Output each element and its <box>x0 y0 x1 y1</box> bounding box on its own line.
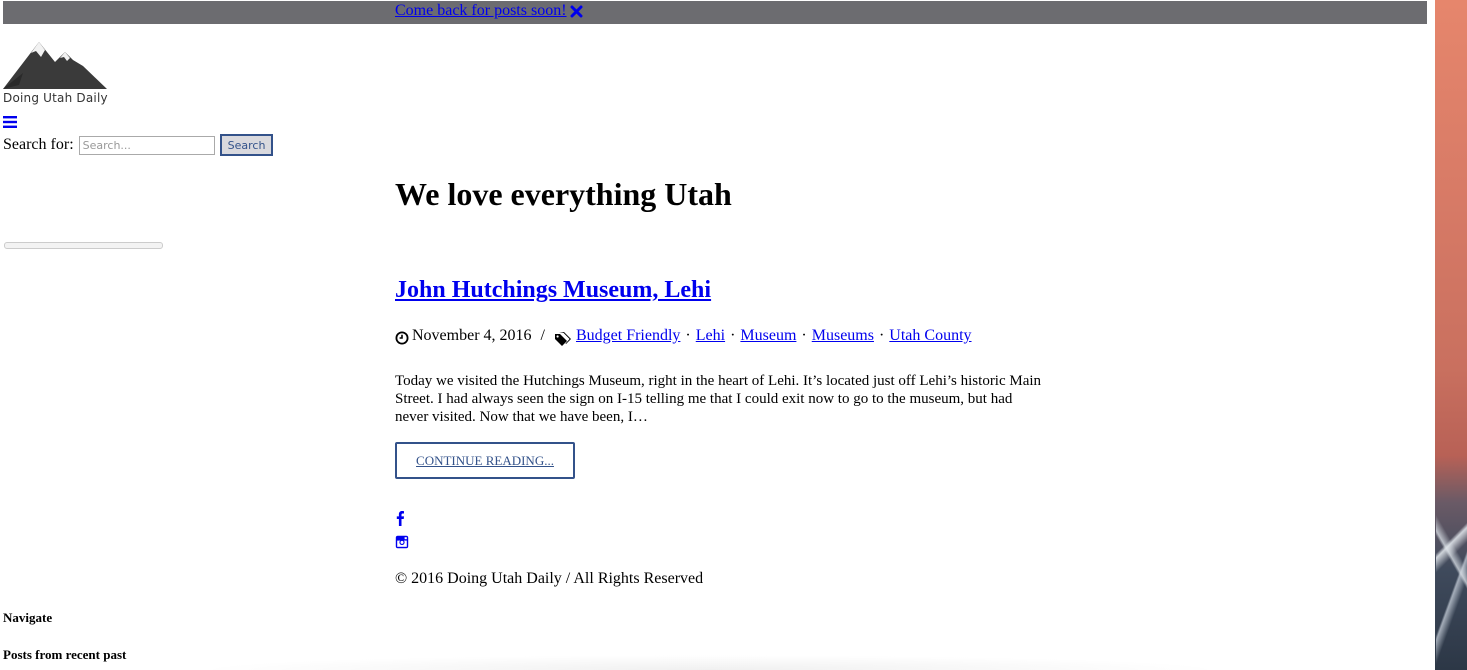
sidebar-heading-navigate: Navigate <box>3 610 53 625</box>
sidebar-scrollbar[interactable] <box>4 242 163 249</box>
page-title: We love everything Utah <box>395 176 732 212</box>
tag-link[interactable]: Museums <box>812 327 874 345</box>
post-date: November 4, 2016 <box>412 327 532 344</box>
facebook-icon[interactable] <box>395 510 405 526</box>
tag-link[interactable]: Museum <box>740 327 796 345</box>
search-input[interactable] <box>78 135 215 155</box>
copyright: © 2016 Doing Utah Daily / All Rights Res… <box>395 570 704 587</box>
notice-bar <box>3 1 1427 24</box>
post-title-link[interactable]: John Hutchings Museum, Lehi <box>395 277 711 304</box>
logo-text: Doing Utah Daily <box>3 91 108 105</box>
clock-icon <box>395 331 409 345</box>
tag-separator: · <box>730 327 736 344</box>
page: Come back for posts soon! Doing Utah Dai… <box>0 0 1467 670</box>
bottom-shadow <box>190 655 1230 670</box>
hamburger-icon[interactable] <box>3 116 17 128</box>
instagram-icon[interactable] <box>395 535 409 549</box>
continue-reading-button[interactable]: CONTINUE READING... <box>395 442 575 479</box>
tags-icon <box>554 332 571 346</box>
tag-separator: · <box>801 327 807 344</box>
search-button[interactable]: Search <box>219 134 274 156</box>
search-form: Search for: Search <box>3 134 274 156</box>
notice-link[interactable]: Come back for posts soon! <box>395 2 567 20</box>
close-x-icon[interactable] <box>570 5 583 18</box>
tag-link[interactable]: Budget Friendly <box>576 327 680 345</box>
tag-separator: · <box>685 327 691 344</box>
tag-link[interactable]: Utah County <box>889 327 971 345</box>
post-meta: November 4, 2016 / Budget Friendly · Leh… <box>395 325 972 347</box>
post-excerpt: Today we visited the Hutchings Museum, r… <box>395 373 1042 425</box>
tag-separator: · <box>878 327 885 344</box>
sidebar-heading-recent-posts: Posts from recent past <box>3 647 127 662</box>
meta-separator: / <box>540 327 545 344</box>
wallpaper-mountain-snow <box>1436 455 1467 670</box>
tag-link[interactable]: Lehi <box>696 327 725 345</box>
search-label: Search for: <box>3 136 74 153</box>
